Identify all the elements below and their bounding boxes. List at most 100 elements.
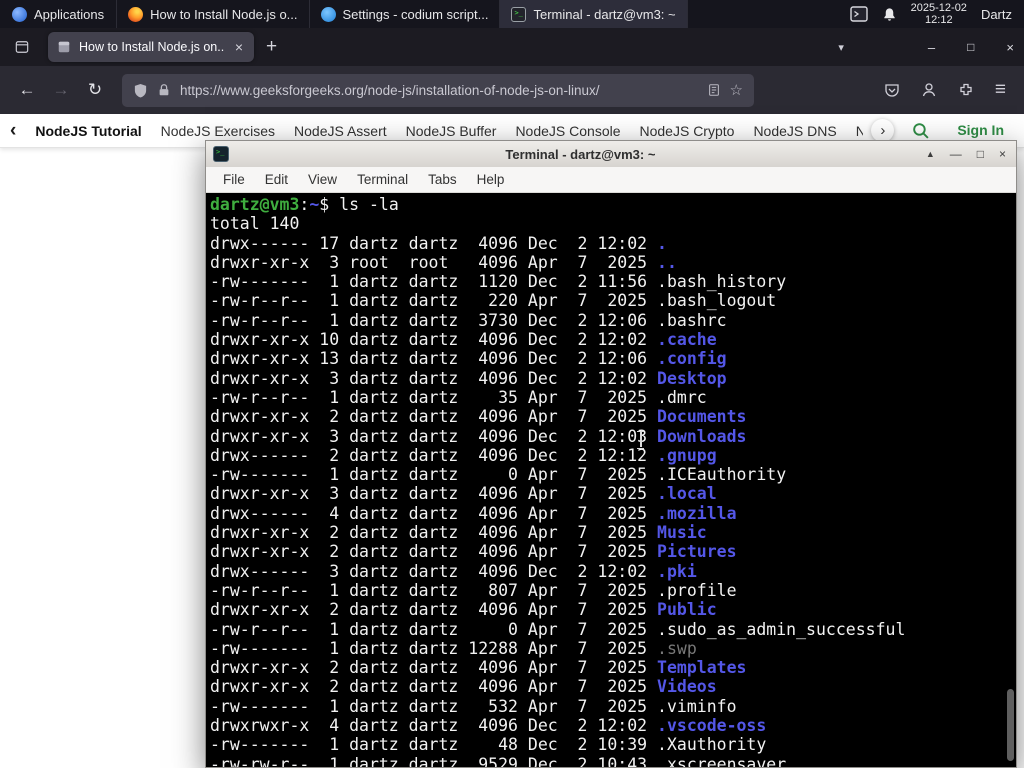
terminal-close-button[interactable]: × bbox=[999, 147, 1006, 161]
file-name: Public bbox=[657, 600, 717, 620]
file-name: Documents bbox=[657, 407, 747, 427]
ls-output-row: -rw-r--r-- 1 dartz dartz 3730 Dec 2 12:0… bbox=[210, 311, 1016, 330]
terminal-menu-view[interactable]: View bbox=[298, 172, 347, 187]
terminal-output[interactable]: dartz@vm3:~$ ls -la total 140 drwx------… bbox=[206, 193, 1016, 767]
prompt-user-host: dartz@vm3 bbox=[210, 195, 300, 214]
ls-output-row: drwxr-xr-x 2 dartz dartz 4096 Apr 7 2025… bbox=[210, 677, 1016, 696]
taskbar-item-label: How to Install Node.js o... bbox=[150, 6, 298, 22]
file-name: .bashrc bbox=[657, 310, 727, 330]
list-all-tabs-icon[interactable]: ▾ bbox=[838, 41, 844, 54]
user-menu[interactable]: Dartz bbox=[981, 7, 1012, 22]
gfg-nav-link[interactable]: NodeJS Assert bbox=[294, 123, 387, 139]
pocket-icon[interactable] bbox=[884, 82, 900, 98]
tab-close-icon[interactable]: × bbox=[233, 39, 245, 55]
file-name: Desktop bbox=[657, 368, 727, 388]
file-meta: drwxr-xr-x 3 dartz dartz 4096 Dec 2 12:0… bbox=[210, 426, 658, 446]
desktop-top-panel: Applications How to Install Node.js o...… bbox=[0, 0, 1024, 28]
gfg-nav-link[interactable]: NodeJS DNS bbox=[753, 123, 836, 139]
notification-bell-icon[interactable] bbox=[882, 7, 897, 22]
applications-menu-button[interactable]: Applications bbox=[0, 0, 118, 28]
reader-view-icon[interactable] bbox=[707, 83, 721, 97]
gfg-nav-link[interactable]: NodeJS Buffer bbox=[406, 123, 497, 139]
file-name: .ICEauthority bbox=[657, 465, 787, 485]
terminal-menu-edit[interactable]: Edit bbox=[255, 172, 298, 187]
terminal-menu-terminal[interactable]: Terminal bbox=[347, 172, 418, 187]
taskbar-item-label: Terminal - dartz@vm3: ~ bbox=[533, 6, 676, 22]
command-text: ls -la bbox=[339, 195, 399, 214]
file-name: Templates bbox=[657, 658, 747, 678]
file-meta: drwxr-xr-x 2 dartz dartz 4096 Apr 7 2025 bbox=[210, 407, 658, 427]
terminal-minimize-button[interactable]: — bbox=[950, 147, 962, 161]
taskbar: How to Install Node.js o... Settings - co… bbox=[117, 0, 688, 28]
file-meta: drwx------ 2 dartz dartz 4096 Dec 2 12:1… bbox=[210, 445, 658, 465]
taskbar-item[interactable]: Terminal - dartz@vm3: ~ bbox=[500, 0, 688, 28]
gfg-nav-link[interactable]: NodeJS Exercises bbox=[161, 123, 275, 139]
chevron-right-icon[interactable]: › bbox=[871, 118, 895, 142]
rollup-button[interactable]: ▲ bbox=[926, 149, 935, 159]
firefox-view-icon[interactable] bbox=[14, 40, 30, 54]
file-name: .Xauthority bbox=[657, 735, 767, 755]
ls-output-row: -rw------- 1 dartz dartz 12288 Apr 7 202… bbox=[210, 639, 1016, 658]
shield-icon[interactable] bbox=[133, 83, 148, 98]
terminal-icon bbox=[511, 6, 527, 22]
search-icon[interactable] bbox=[911, 121, 930, 140]
file-name: .gnupg bbox=[657, 445, 717, 465]
window-minimize-button[interactable]: – bbox=[928, 40, 935, 55]
extensions-icon[interactable] bbox=[958, 82, 974, 98]
bookmark-star-icon[interactable]: ☆ bbox=[730, 81, 743, 99]
terminal-titlebar[interactable]: Terminal - dartz@vm3: ~ ▲ — □ × bbox=[206, 141, 1016, 167]
clock[interactable]: 2025-12-02 12:12 bbox=[911, 2, 967, 27]
taskbar-item[interactable]: How to Install Node.js o... bbox=[117, 0, 310, 28]
lock-icon[interactable] bbox=[157, 83, 171, 97]
sign-in-button[interactable]: Sign In bbox=[947, 118, 1014, 142]
reload-button[interactable]: ↻ bbox=[80, 80, 110, 100]
file-name: .profile bbox=[657, 580, 737, 600]
prompt-path: ~ bbox=[309, 195, 320, 214]
window-close-button[interactable]: × bbox=[1006, 40, 1014, 55]
file-meta: drwxr-xr-x 2 dartz dartz 4096 Apr 7 2025 bbox=[210, 677, 658, 697]
mouse-cursor bbox=[636, 431, 645, 449]
gfg-nav-primary-link[interactable]: NodeJS Tutorial bbox=[35, 123, 141, 139]
ls-output-row: drwxr-xr-x 2 dartz dartz 4096 Apr 7 2025… bbox=[210, 600, 1016, 619]
browser-tab-bar: How to Install Node.js on... × + ▾ – □ × bbox=[0, 28, 1024, 66]
file-name: .. bbox=[657, 252, 677, 272]
terminal-menubar: File Edit View Terminal Tabs Help bbox=[206, 167, 1016, 193]
address-bar[interactable]: https://www.geeksforgeeks.org/node-js/in… bbox=[122, 73, 754, 107]
terminal-window-controls: ▲ — □ × bbox=[926, 147, 1009, 161]
file-meta: drwxr-xr-x 2 dartz dartz 4096 Apr 7 2025 bbox=[210, 658, 658, 678]
browser-toolbar: ← → ↻ https://www.geeksforgeeks.org/node… bbox=[0, 66, 1024, 114]
window-maximize-button[interactable]: □ bbox=[967, 40, 974, 54]
terminal-title: Terminal - dartz@vm3: ~ bbox=[505, 146, 656, 162]
terminal-scrollbar[interactable] bbox=[1007, 689, 1014, 761]
clock-time: 12:12 bbox=[925, 14, 953, 26]
ls-output-row: drwx------ 3 dartz dartz 4096 Dec 2 12:0… bbox=[210, 562, 1016, 581]
file-meta: -rw------- 1 dartz dartz 532 Apr 7 2025 bbox=[210, 696, 658, 716]
forward-button[interactable]: → bbox=[46, 80, 76, 100]
taskbar-item-label: Settings - codium script... bbox=[342, 6, 489, 22]
chevron-left-icon[interactable]: ‹ bbox=[10, 120, 16, 142]
ls-output-row: drwx------ 4 dartz dartz 4096 Apr 7 2025… bbox=[210, 504, 1016, 523]
file-name: .config bbox=[657, 349, 727, 369]
file-meta: drwxr-xr-x 2 dartz dartz 4096 Apr 7 2025 bbox=[210, 542, 658, 562]
gfg-nav-link[interactable]: NodeJS Crypto bbox=[640, 123, 735, 139]
terminal-menu-tabs[interactable]: Tabs bbox=[418, 172, 467, 187]
new-tab-button[interactable]: + bbox=[266, 36, 277, 58]
browser-tab[interactable]: How to Install Node.js on... × bbox=[48, 32, 254, 62]
gfg-nav-link[interactable]: NodeJS Console bbox=[515, 123, 620, 139]
ls-output-row: -rw------- 1 dartz dartz 532 Apr 7 2025 … bbox=[210, 697, 1016, 716]
tray-terminal-icon[interactable] bbox=[849, 6, 868, 22]
file-name: .viminfo bbox=[657, 696, 737, 716]
file-meta: -rw-r--r-- 1 dartz dartz 35 Apr 7 2025 bbox=[210, 387, 658, 407]
tab-favicon-icon bbox=[57, 40, 71, 54]
terminal-maximize-button[interactable]: □ bbox=[977, 147, 984, 161]
back-button[interactable]: ← bbox=[12, 80, 42, 100]
terminal-menu-help[interactable]: Help bbox=[467, 172, 515, 187]
file-meta: drwx------ 17 dartz dartz 4096 Dec 2 12:… bbox=[210, 233, 658, 253]
terminal-menu-file[interactable]: File bbox=[213, 172, 255, 187]
menu-icon[interactable]: ≡ bbox=[995, 79, 1006, 101]
file-name: .vscode-oss bbox=[657, 716, 767, 736]
file-meta: -rw------- 1 dartz dartz 48 Dec 2 10:39 bbox=[210, 735, 658, 755]
taskbar-item[interactable]: Settings - codium script... bbox=[310, 0, 501, 28]
account-icon[interactable] bbox=[921, 82, 937, 98]
file-meta: drwx------ 4 dartz dartz 4096 Apr 7 2025 bbox=[210, 503, 658, 523]
